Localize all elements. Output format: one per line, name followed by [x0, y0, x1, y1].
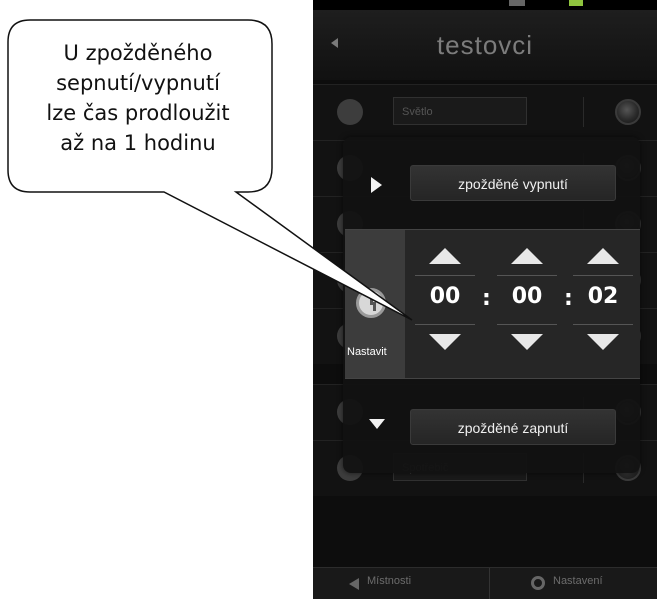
callout-line: U zpožděného	[63, 41, 213, 65]
callout-line: až na 1 hodinu	[60, 131, 216, 155]
callout-line: lze čas prodloužit	[46, 101, 230, 125]
callout-line: sepnutí/vypnutí	[56, 71, 220, 95]
callout-text: U zpožděného sepnutí/vypnutí lze čas pro…	[20, 38, 256, 158]
